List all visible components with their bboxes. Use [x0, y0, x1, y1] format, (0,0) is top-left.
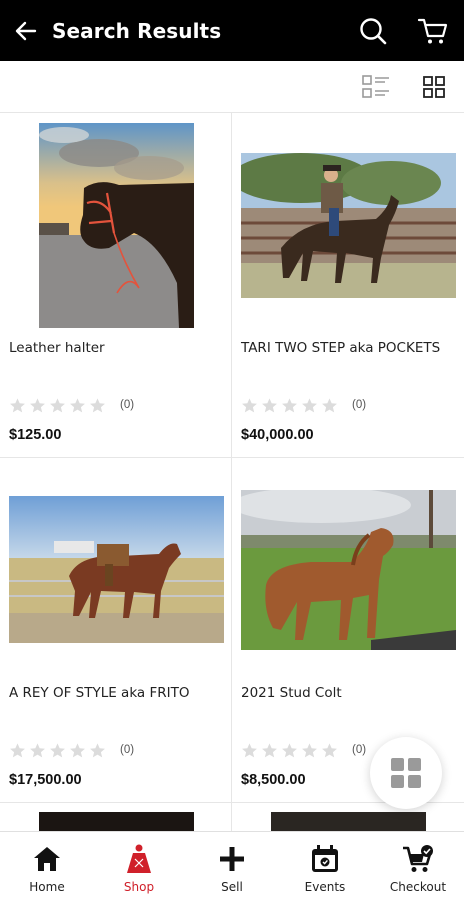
search-button[interactable] — [352, 10, 394, 52]
review-count: (0) — [352, 399, 367, 411]
cart-check-icon — [401, 842, 435, 876]
home-icon — [30, 842, 64, 876]
shop-icon — [122, 842, 156, 876]
product-card[interactable]: Leather halter (0) $125.00 — [0, 113, 232, 458]
product-price: $8,500.00 — [241, 772, 306, 788]
star-icon — [29, 397, 46, 414]
nav-item-shop[interactable]: Shop — [93, 832, 185, 900]
nav-label: Events — [304, 880, 346, 894]
product-name[interactable]: A REY OF STYLE aka FRITO — [9, 685, 189, 701]
star-icon — [281, 397, 298, 414]
star-icon — [49, 742, 66, 759]
star-icon — [301, 397, 318, 414]
product-image-partial[interactable] — [39, 812, 194, 832]
nav-item-sell[interactable]: Sell — [186, 832, 278, 900]
plus-icon — [215, 842, 249, 876]
product-card[interactable]: TARI TWO STEP aka POCKETS (0) $40,000.00 — [232, 113, 464, 458]
floating-menu-button[interactable] — [370, 737, 442, 809]
grid-menu-icon — [391, 758, 421, 788]
calendar-icon — [308, 842, 342, 876]
grid-view-button[interactable] — [418, 73, 450, 101]
nav-item-checkout[interactable]: Checkout — [372, 832, 464, 900]
star-icon — [29, 742, 46, 759]
product-name[interactable]: Leather halter — [9, 340, 105, 356]
star-icon — [281, 742, 298, 759]
nav-item-home[interactable]: Home — [1, 832, 93, 900]
rating-stars — [241, 742, 338, 759]
nav-label: Home — [29, 880, 65, 894]
rating-stars — [241, 397, 338, 414]
cart-icon — [417, 18, 448, 43]
product-price: $17,500.00 — [9, 772, 82, 788]
star-icon — [69, 397, 86, 414]
star-icon — [321, 397, 338, 414]
cart-button[interactable] — [412, 10, 454, 52]
page-title: Search Results — [52, 18, 222, 43]
review-count: (0) — [352, 744, 367, 756]
star-icon — [49, 397, 66, 414]
product-price: $125.00 — [9, 427, 62, 443]
star-icon — [89, 742, 106, 759]
grid-view-icon — [423, 76, 445, 98]
product-image[interactable] — [241, 153, 456, 298]
review-count: (0) — [120, 744, 135, 756]
list-view-icon — [362, 75, 389, 98]
list-view-button[interactable] — [360, 73, 392, 101]
nav-label: Sell — [221, 880, 243, 894]
review-count: (0) — [120, 399, 135, 411]
star-icon — [241, 742, 258, 759]
back-button[interactable] — [0, 0, 52, 61]
nav-label: Checkout — [389, 880, 447, 894]
star-icon — [301, 742, 318, 759]
arrow-left-icon — [15, 21, 37, 40]
product-card[interactable]: A REY OF STYLE aka FRITO (0) $17,500.00 — [0, 458, 232, 803]
product-image[interactable] — [241, 490, 456, 650]
product-name[interactable]: TARI TWO STEP aka POCKETS — [241, 340, 440, 356]
product-image[interactable] — [9, 496, 224, 643]
star-icon — [69, 742, 86, 759]
star-icon — [9, 397, 26, 414]
star-icon — [9, 742, 26, 759]
star-icon — [261, 742, 278, 759]
product-image-partial[interactable] — [271, 812, 426, 832]
search-icon — [360, 17, 387, 44]
bottom-navigation: Home Shop Sell Events Checkout — [0, 831, 464, 900]
nav-label: Shop — [123, 880, 155, 894]
nav-item-events[interactable]: Events — [279, 832, 371, 900]
star-icon — [321, 742, 338, 759]
star-icon — [241, 397, 258, 414]
app-bar: Search Results — [0, 0, 464, 61]
product-name[interactable]: 2021 Stud Colt — [241, 685, 342, 701]
star-icon — [261, 397, 278, 414]
product-price: $40,000.00 — [241, 427, 314, 443]
star-icon — [89, 397, 106, 414]
rating-stars — [9, 397, 106, 414]
view-toggle-bar — [0, 61, 464, 113]
product-image[interactable] — [39, 123, 194, 328]
rating-stars — [9, 742, 106, 759]
grid-divider — [231, 803, 232, 831]
